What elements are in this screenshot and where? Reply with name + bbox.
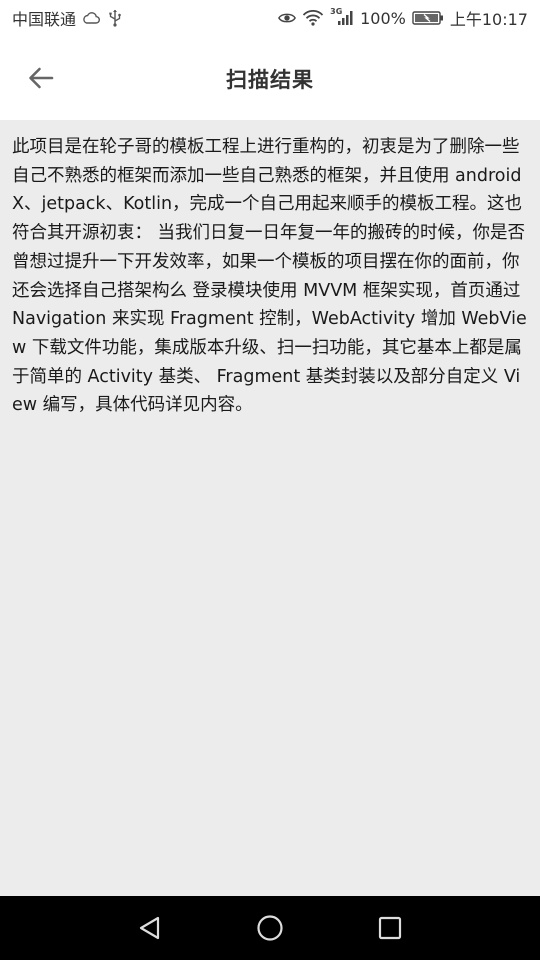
navigation-bar: [0, 896, 540, 960]
usb-icon: [106, 9, 124, 27]
page-title: 扫描结果: [226, 68, 314, 92]
battery-icon: [412, 9, 444, 27]
wifi-icon: [302, 9, 324, 27]
nav-home-button[interactable]: [246, 904, 294, 952]
eye-icon: [278, 9, 297, 27]
status-right: 3G 100% 上午10:17: [278, 6, 528, 30]
nav-recents-button[interactable]: [366, 904, 414, 952]
network-type-label: 3G: [330, 7, 343, 16]
scan-result-text: 此项目是在轮子哥的模板工程上进行重构的，初衷是为了删除一些自己不熟悉的框架而添加…: [12, 137, 527, 416]
recents-square-icon: [377, 915, 403, 941]
app-bar: 扫描结果: [0, 36, 540, 120]
signal-icon: 3G: [330, 7, 354, 27]
home-circle-icon: [256, 914, 284, 942]
scan-result-content: 此项目是在轮子哥的模板工程上进行重构的，初衷是为了删除一些自己不熟悉的框架而添加…: [0, 120, 540, 896]
carrier-label: 中国联通: [12, 10, 77, 29]
cloud-icon: [82, 9, 100, 27]
status-left: 中国联通: [12, 6, 124, 30]
nav-back-button[interactable]: [126, 904, 174, 952]
back-triangle-icon: [137, 915, 163, 941]
clock: 上午10:17: [449, 10, 528, 29]
battery-percent: 100%: [360, 8, 406, 28]
status-bar: 中国联通 3G 100% 上午10:17: [0, 0, 540, 36]
